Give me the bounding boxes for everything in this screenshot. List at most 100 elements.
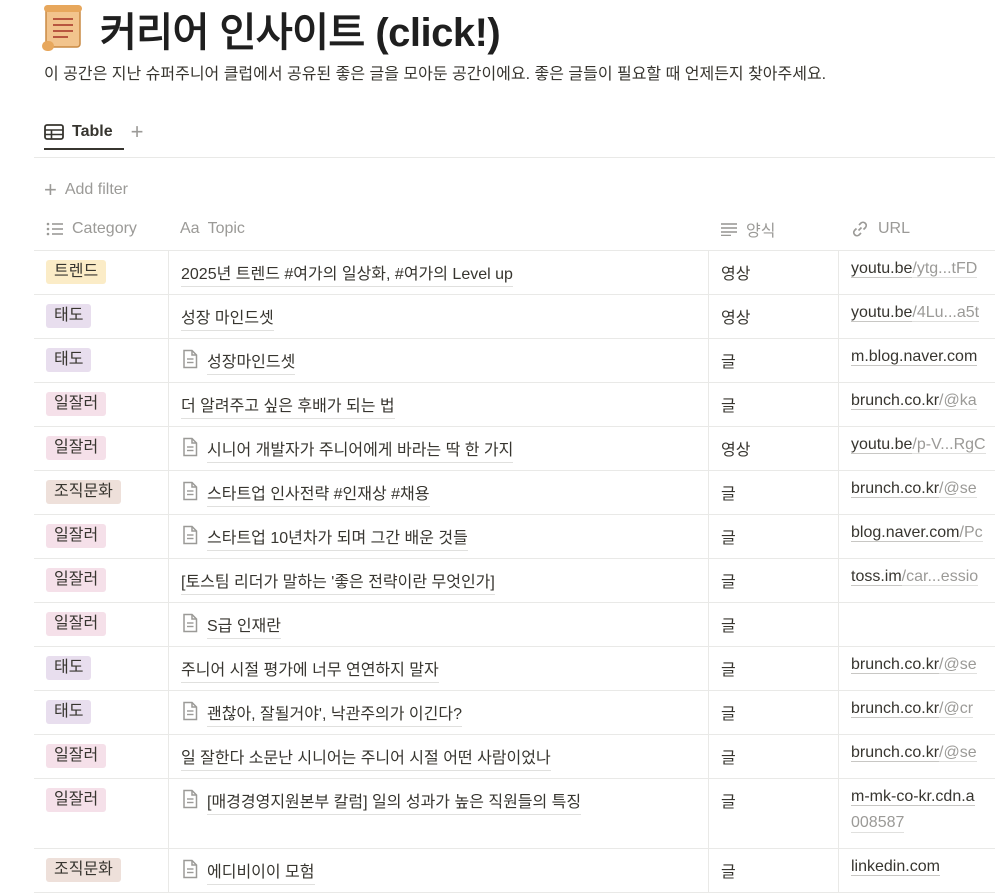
category-cell[interactable]: 일잘러 xyxy=(34,735,168,778)
table-row[interactable]: 태도 주니어 시절 평가에 너무 연연하지 말자 글 brunch.co.kr/@se xyxy=(34,647,995,691)
url-cell[interactable]: toss.im/car...essio xyxy=(838,559,995,602)
category-cell[interactable]: 태도 xyxy=(34,691,168,734)
category-tag[interactable]: 일잘러 xyxy=(46,612,107,636)
url-domain[interactable]: brunch.co.kr xyxy=(851,700,940,718)
format-cell[interactable]: 글 xyxy=(708,849,838,892)
topic-cell[interactable]: 2025년 트렌드 #여가의 일상화, #여가의 Level up xyxy=(168,251,708,294)
topic-link[interactable]: 일 잘한다 소문난 시니어는 주니어 시절 어떤 사람이었나 xyxy=(181,744,551,771)
table-row[interactable]: 일잘러 시니어 개발자가 주니어에게 바라는 딱 한 가지 영상 youtu.be/… xyxy=(34,427,995,471)
url-cell[interactable]: m.blog.naver.com xyxy=(838,339,995,382)
url-path[interactable]: /4Lu...a5t xyxy=(912,304,980,322)
plus-icon[interactable]: + xyxy=(131,121,144,143)
table-row[interactable]: 조직문화 에디비이이 모험 글 linkedin.com xyxy=(34,849,995,893)
topic-link[interactable]: [매경경영지원본부 칼럼] 일의 성과가 높은 직원들의 특징 xyxy=(181,788,582,815)
topic-link[interactable]: 에디비이이 모험 xyxy=(181,858,315,885)
format-cell[interactable]: 글 xyxy=(708,559,838,602)
category-tag[interactable]: 일잘러 xyxy=(46,568,107,592)
format-cell[interactable]: 글 xyxy=(708,603,838,646)
topic-link[interactable]: 스타트업 10년차가 되며 그간 배운 것들 xyxy=(181,524,468,551)
url-domain[interactable]: blog.naver.com xyxy=(851,524,960,542)
category-cell[interactable]: 일잘러 xyxy=(34,559,168,602)
table-row[interactable]: 일잘러 [토스팀 리더가 말하는 '좋은 전략이란 무엇인가] 글 toss.im/c… xyxy=(34,559,995,603)
category-tag[interactable]: 태도 xyxy=(46,304,92,328)
format-cell[interactable]: 글 xyxy=(708,471,838,514)
category-tag[interactable]: 일잘러 xyxy=(46,392,107,416)
topic-cell[interactable]: S급 인재란 xyxy=(168,603,708,646)
url-cell[interactable]: brunch.co.kr/@cr xyxy=(838,691,995,734)
topic-link[interactable]: 2025년 트렌드 #여가의 일상화, #여가의 Level up xyxy=(181,260,513,287)
topic-cell[interactable]: 일 잘한다 소문난 시니어는 주니어 시절 어떤 사람이었나 xyxy=(168,735,708,778)
topic-cell[interactable]: 시니어 개발자가 주니어에게 바라는 딱 한 가지 xyxy=(168,427,708,470)
add-filter-button[interactable]: + Add filter xyxy=(44,179,128,201)
table-row[interactable]: 태도 성장 마인드셋 영상 youtu.be/4Lu...a5t xyxy=(34,295,995,339)
category-cell[interactable]: 태도 xyxy=(34,647,168,690)
format-cell[interactable]: 글 xyxy=(708,691,838,734)
topic-link[interactable]: 괜찮아, 잘될거야', 낙관주의가 이긴다? xyxy=(181,700,462,727)
category-tag[interactable]: 일잘러 xyxy=(46,788,107,812)
url-domain[interactable]: linkedin.com xyxy=(851,858,940,876)
format-cell[interactable]: 영상 xyxy=(708,251,838,294)
column-header-url[interactable]: URL xyxy=(838,208,995,250)
column-header-topic[interactable]: Aa Topic xyxy=(168,208,708,250)
format-cell[interactable]: 글 xyxy=(708,383,838,426)
category-cell[interactable]: 조직문화 xyxy=(34,849,168,892)
category-cell[interactable]: 태도 xyxy=(34,339,168,382)
table-row[interactable]: 조직문화 스타트업 인사전략 #인재상 #채용 글 brunch.co.kr/@se xyxy=(34,471,995,515)
table-row[interactable]: 태도 괜찮아, 잘될거야', 낙관주의가 이긴다? 글 brunch.co.kr/@c… xyxy=(34,691,995,735)
topic-link[interactable]: 주니어 시절 평가에 너무 연연하지 말자 xyxy=(181,656,439,683)
table-row[interactable]: 일잘러 스타트업 10년차가 되며 그간 배운 것들 글 blog.naver.com… xyxy=(34,515,995,559)
url-cell[interactable]: youtu.be/p-V...RgC xyxy=(838,427,995,470)
url-path[interactable]: /@ka xyxy=(939,392,977,410)
url-path[interactable]: /@se xyxy=(939,656,977,674)
category-tag[interactable]: 일잘러 xyxy=(46,744,107,768)
url-path[interactable]: /p-V...RgC xyxy=(912,436,986,454)
url-path[interactable]: /car...essio xyxy=(901,568,979,586)
url-cell[interactable]: brunch.co.kr/@se xyxy=(838,647,995,690)
category-cell[interactable]: 조직문화 xyxy=(34,471,168,514)
table-row[interactable]: 태도 성장마인드셋 글 m.blog.naver.com xyxy=(34,339,995,383)
url-cell[interactable]: m-mk-co-kr.cdn.a 008587 xyxy=(838,779,995,848)
format-cell[interactable]: 영상 xyxy=(708,295,838,338)
topic-cell[interactable]: [토스팀 리더가 말하는 '좋은 전략이란 무엇인가] xyxy=(168,559,708,602)
scroll-icon[interactable] xyxy=(38,3,86,55)
category-cell[interactable]: 트렌드 xyxy=(34,251,168,294)
url-path[interactable]: /@cr xyxy=(939,700,974,718)
url-domain[interactable]: brunch.co.kr xyxy=(851,480,940,498)
category-tag[interactable]: 태도 xyxy=(46,700,92,724)
url-path[interactable]: /Pc xyxy=(959,524,983,542)
url-cell[interactable]: youtu.be/4Lu...a5t xyxy=(838,295,995,338)
column-header-category[interactable]: Category xyxy=(34,208,168,250)
url-domain[interactable]: toss.im xyxy=(851,568,902,586)
url-domain[interactable]: brunch.co.kr xyxy=(851,392,940,410)
topic-cell[interactable]: 괜찮아, 잘될거야', 낙관주의가 이긴다? xyxy=(168,691,708,734)
url-path[interactable]: /ytg...tFD xyxy=(912,260,978,278)
category-tag[interactable]: 트렌드 xyxy=(46,260,107,284)
url-cell[interactable]: brunch.co.kr/@se xyxy=(838,735,995,778)
category-tag[interactable]: 일잘러 xyxy=(46,524,107,548)
format-cell[interactable]: 글 xyxy=(708,735,838,778)
topic-cell[interactable]: 스타트업 인사전략 #인재상 #채용 xyxy=(168,471,708,514)
topic-cell[interactable]: 주니어 시절 평가에 너무 연연하지 말자 xyxy=(168,647,708,690)
url-cell[interactable]: blog.naver.com/Pc xyxy=(838,515,995,558)
topic-link[interactable]: [토스팀 리더가 말하는 '좋은 전략이란 무엇인가] xyxy=(181,568,495,595)
tab-table[interactable]: Table xyxy=(44,123,113,141)
format-cell[interactable]: 영상 xyxy=(708,427,838,470)
category-cell[interactable]: 일잘러 xyxy=(34,515,168,558)
category-tag[interactable]: 조직문화 xyxy=(46,858,121,882)
url-domain[interactable]: brunch.co.kr xyxy=(851,656,940,674)
url-cell[interactable] xyxy=(838,603,995,646)
table-row[interactable]: 일잘러 S급 인재란 글 xyxy=(34,603,995,647)
format-cell[interactable]: 글 xyxy=(708,515,838,558)
format-cell[interactable]: 글 xyxy=(708,339,838,382)
url-path[interactable]: /@se xyxy=(939,480,977,498)
topic-cell[interactable]: 스타트업 10년차가 되며 그간 배운 것들 xyxy=(168,515,708,558)
topic-link[interactable]: S급 인재란 xyxy=(181,612,281,639)
topic-link[interactable]: 시니어 개발자가 주니어에게 바라는 딱 한 가지 xyxy=(181,436,514,463)
topic-link[interactable]: 더 알려주고 싶은 후배가 되는 법 xyxy=(181,392,395,419)
url-cell[interactable]: brunch.co.kr/@ka xyxy=(838,383,995,426)
category-cell[interactable]: 일잘러 xyxy=(34,383,168,426)
page-description[interactable]: 이 공간은 지난 슈퍼주니어 클럽에서 공유된 좋은 글을 모아둔 공간이에요.… xyxy=(44,60,826,84)
category-tag[interactable]: 태도 xyxy=(46,348,92,372)
topic-link[interactable]: 성장 마인드셋 xyxy=(181,304,274,331)
category-tag[interactable]: 조직문화 xyxy=(46,480,121,504)
